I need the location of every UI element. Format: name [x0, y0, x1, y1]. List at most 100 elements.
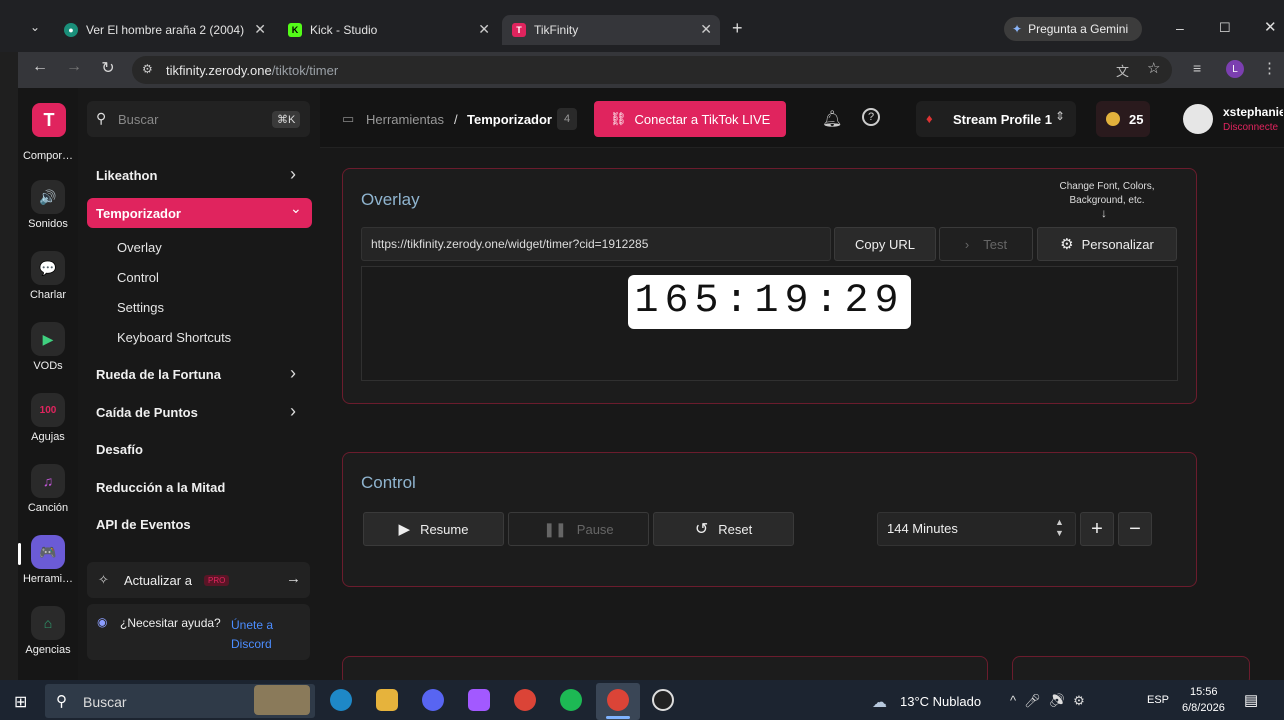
updown-chevron-icon: ⇕: [1055, 109, 1066, 123]
minimize-button[interactable]: –: [1176, 20, 1184, 36]
stepper-arrows-icon[interactable]: ▲ ▼: [1055, 517, 1064, 539]
rose-icon: ♦: [926, 111, 933, 126]
control-title: Control: [361, 473, 416, 492]
minutes-stepper[interactable]: 144 Minutes: [877, 512, 1076, 546]
close-tab-icon[interactable]: ✕: [700, 21, 712, 38]
rail-item-cancion[interactable]: ♫ Canción: [18, 464, 78, 514]
rail-item-agujas[interactable]: 100 Agujas: [18, 393, 78, 443]
test-button[interactable]: › Test: [939, 227, 1033, 261]
pause-button[interactable]: ❚❚ Pause: [508, 512, 649, 546]
tab-tikfinity[interactable]: T TikFinity ✕: [502, 15, 720, 45]
coins-count: 25: [1129, 112, 1144, 127]
breadcrumb-parent[interactable]: Herramientas: [366, 112, 444, 127]
subtract-minutes-button[interactable]: −: [1118, 512, 1152, 546]
edge-icon[interactable]: [330, 689, 352, 711]
rail-item-agencias[interactable]: ⌂ Agencias: [18, 606, 78, 656]
url-input[interactable]: tikfinity.zerody.one/tiktok/timer: [132, 56, 1172, 84]
obs-icon[interactable]: [652, 689, 674, 711]
music-icon: ♫: [31, 464, 65, 498]
copy-url-button[interactable]: Copy URL: [834, 227, 936, 261]
rail-item-compartir[interactable]: Compor…: [18, 150, 78, 162]
search-shortcut-badge: ⌘K: [272, 111, 301, 128]
spotify-icon[interactable]: [560, 689, 582, 711]
figma-icon[interactable]: [468, 689, 490, 711]
user-avatar[interactable]: [1183, 104, 1213, 134]
discord-app-icon[interactable]: [422, 689, 444, 711]
help-icon[interactable]: ?: [862, 108, 880, 126]
left-rail: [18, 88, 78, 680]
close-tab-icon[interactable]: ✕: [254, 21, 266, 38]
kick-logo-icon: K: [288, 23, 302, 37]
tab-spiderman[interactable]: ● Ver El hombre araña 2 (2004) O ✕: [54, 15, 274, 45]
browser-menu-icon[interactable]: ⋮: [1262, 59, 1277, 77]
tikfinity-logo[interactable]: T: [32, 103, 66, 137]
gemini-button[interactable]: ✦ Pregunta a Gemini: [1004, 17, 1142, 41]
upgrade-label: Actualizar a: [124, 573, 192, 588]
personalize-button[interactable]: ⚙ Personalizar: [1037, 227, 1177, 261]
sidebar-item-desafio[interactable]: Desafío: [96, 442, 143, 457]
reload-icon[interactable]: ↻: [96, 58, 120, 78]
language-indicator[interactable]: ESP: [1147, 694, 1169, 706]
clock-time[interactable]: 15:56: [1190, 686, 1218, 698]
connect-tiktok-button[interactable]: ⛓ Conectar a TikTok LIVE: [594, 101, 786, 137]
search-placeholder: Buscar: [118, 112, 159, 127]
video-icon: ▶: [31, 322, 65, 356]
clock-date[interactable]: 6/8/2026: [1182, 702, 1225, 714]
discord-link[interactable]: Únete a Discord: [97, 616, 287, 654]
close-window-button[interactable]: ✕: [1264, 18, 1277, 36]
breadcrumb-count-badge: 4: [557, 108, 577, 130]
tray-icons[interactable]: ^🎤︎🔊︎⚙: [1010, 693, 1093, 709]
notifications-icon[interactable]: ▤: [1244, 691, 1258, 709]
rail-item-herramientas[interactable]: 🎮 Herrami…: [18, 535, 78, 585]
forward-icon[interactable]: →: [62, 58, 86, 76]
upgrade-button[interactable]: [87, 562, 310, 598]
sidebar-subitem-keyboard-shortcuts[interactable]: Keyboard Shortcuts: [117, 330, 231, 345]
rail-item-vods[interactable]: ▶ VODs: [18, 322, 78, 372]
chevron-right-icon: ›: [964, 236, 970, 252]
add-minutes-button[interactable]: +: [1080, 512, 1114, 546]
file-explorer-icon[interactable]: [376, 689, 398, 711]
reading-list-icon[interactable]: ≡: [1193, 60, 1201, 76]
sidebar-item-api[interactable]: API de Eventos: [96, 517, 191, 532]
maximize-button[interactable]: ☐: [1219, 20, 1231, 36]
sidebar-item-caida[interactable]: Caída de Puntos: [96, 405, 198, 420]
sidebar-subitem-control[interactable]: Control: [117, 270, 159, 285]
rail-item-sonidos[interactable]: 🔊 Sonidos: [18, 180, 78, 230]
sidebar-item-reduccion[interactable]: Reducción a la Mitad: [96, 480, 225, 495]
chevron-right-icon: ›: [290, 401, 296, 421]
chrome-active-icon[interactable]: [607, 689, 629, 711]
back-icon[interactable]: ←: [28, 58, 52, 76]
translate-icon[interactable]: 文: [1116, 61, 1129, 80]
arrow-right-icon: →: [286, 570, 301, 587]
profile-avatar[interactable]: L: [1226, 60, 1244, 78]
bookmark-star-icon[interactable]: ☆: [1147, 59, 1160, 77]
weather-text[interactable]: 13°C Nublado: [900, 694, 981, 709]
gear-icon: ⚙: [1060, 236, 1074, 253]
breadcrumb-separator: /: [454, 112, 458, 127]
chevron-down-icon: ⌄: [290, 200, 302, 216]
coin-icon: [1106, 112, 1120, 126]
arrow-down-icon: ↓: [1101, 206, 1107, 220]
tab-kick[interactable]: K Kick - Studio ✕: [278, 15, 498, 45]
new-tab-button[interactable]: +: [732, 18, 743, 39]
sidebar-subitem-overlay[interactable]: Overlay: [117, 240, 162, 255]
site-info-icon[interactable]: ⚙: [142, 62, 153, 76]
sidebar-subitem-settings[interactable]: Settings: [117, 300, 164, 315]
close-tab-icon[interactable]: ✕: [478, 21, 490, 38]
widget-url-field[interactable]: https://tikfinity.zerody.one/widget/time…: [361, 227, 831, 261]
overlay-title: Overlay: [361, 190, 420, 209]
sidebar-item-rueda[interactable]: Rueda de la Fortuna: [96, 367, 221, 382]
resume-button[interactable]: ▶ Resume: [363, 512, 504, 546]
reset-button[interactable]: ↺ Reset: [653, 512, 794, 546]
rail-item-charlar[interactable]: 💬 Charlar: [18, 251, 78, 301]
taskbar-search-label: Buscar: [83, 694, 127, 710]
sidebar-item-likeathon[interactable]: Likeathon: [96, 168, 157, 183]
windows-start-icon[interactable]: ⊞: [14, 692, 27, 712]
link-icon: ⛓: [610, 111, 627, 126]
tab-list-button[interactable]: ⌄: [30, 20, 40, 34]
chrome-icon[interactable]: [514, 689, 536, 711]
bell-icon[interactable]: 🔔︎: [822, 109, 842, 129]
play-icon: ▶: [398, 521, 411, 538]
gamepad-icon: 🎮: [31, 535, 65, 569]
chat-icon: 💬: [31, 251, 65, 285]
